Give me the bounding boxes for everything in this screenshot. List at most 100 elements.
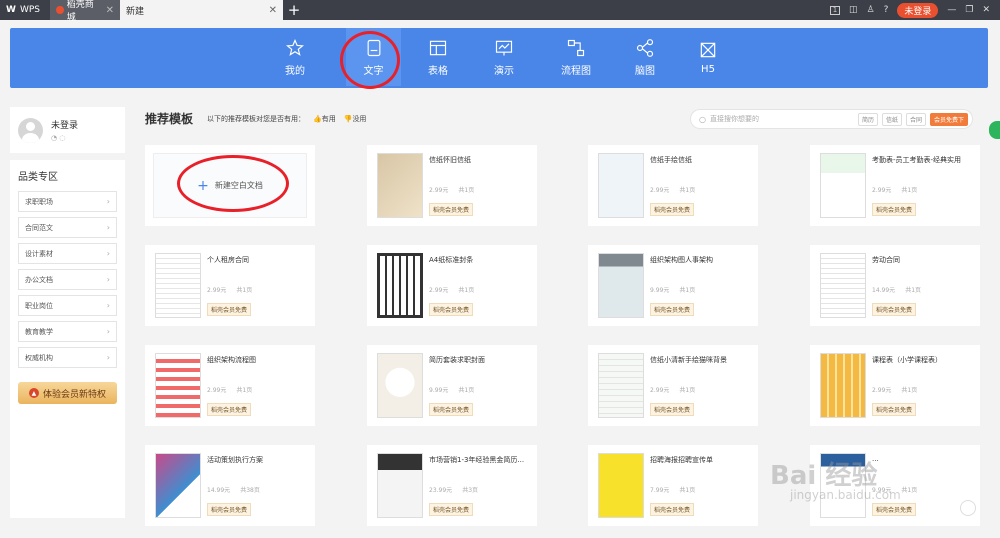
template-card[interactable]: 课程表（小学课程表） 2.99元 共1页 稻壳会员免费: [810, 345, 980, 426]
vip-free-tag: 稻壳会员免费: [872, 503, 917, 516]
tab-docer-store[interactable]: 稻壳商城 ✕: [50, 0, 120, 23]
document-icon: [367, 39, 380, 56]
chat-icon[interactable]: [960, 500, 976, 516]
template-thumbnail: [377, 353, 423, 418]
vip-trial-button[interactable]: ▲ 体验会员新特权: [18, 382, 117, 404]
chevron-right-icon: ›: [106, 249, 110, 258]
new-blank-document-button[interactable]: + 新建空白文档: [153, 153, 307, 218]
search-input[interactable]: 直接搜你想要的: [710, 114, 854, 124]
template-card[interactable]: 组织架构流程图 2.99元 共1页 稻壳会员免费: [145, 345, 315, 426]
vip-free-tag: 稻壳会员免费: [429, 503, 474, 516]
vip-free-tag: 稻壳会员免费: [650, 303, 695, 316]
template-thumbnail: [377, 253, 423, 318]
category-writer[interactable]: 文字: [346, 28, 401, 86]
tab-label: 稻壳商城: [66, 0, 94, 23]
template-card[interactable]: 市场营销1-3年经验黑金简历... 23.99元 共3页 稻壳会员免费: [367, 445, 537, 526]
minimize-icon[interactable]: —: [947, 5, 956, 15]
sidebar-item-position[interactable]: 职业岗位 ›: [18, 295, 117, 316]
vip-free-tag: 稻壳会员免费: [872, 203, 917, 216]
vip-free-tag: 稻壳会员免费: [429, 403, 474, 416]
h5-icon: [700, 42, 716, 57]
sidebar-item-contract[interactable]: 合同范文 ›: [18, 217, 117, 238]
close-icon[interactable]: ✕: [106, 5, 114, 16]
sidebar-item-authority[interactable]: 权威机构 ›: [18, 347, 117, 368]
chevron-right-icon: ›: [106, 223, 110, 232]
vip-free-tag: 稻壳会员免费: [872, 403, 917, 416]
tab-label: WPS: [19, 5, 40, 15]
template-thumbnail: [377, 453, 423, 518]
template-thumbnail: [155, 253, 201, 318]
vip-free-tag: 稻壳会员免费: [650, 503, 695, 516]
category-bar: 我的 文字 表格 演示 流程图 脑图 H5: [10, 28, 988, 88]
wps-logo-icon: W: [6, 5, 16, 15]
template-card[interactable]: 信纸怀旧信纸 2.99元 共1页 稻壳会员免费: [367, 145, 537, 226]
search-chip-letter[interactable]: 信纸: [881, 112, 902, 126]
template-thumbnail: [820, 353, 866, 418]
search-icon: ○: [699, 114, 706, 124]
useless-button[interactable]: 👎没用: [344, 114, 367, 124]
shirt-icon[interactable]: ♙: [867, 5, 875, 15]
close-icon[interactable]: ✕: [269, 5, 277, 16]
page-count-icon[interactable]: 1: [829, 5, 840, 15]
search-chip-contract[interactable]: 合同: [905, 112, 926, 126]
page-title: 推荐模板: [145, 112, 194, 126]
new-tab-plus-icon[interactable]: +: [283, 0, 305, 20]
vip-free-tag: 稻壳会员免费: [207, 503, 252, 516]
category-mine[interactable]: 我的: [280, 28, 310, 86]
template-card[interactable]: 信纸手绘信纸 2.99元 共1页 稻壳会员免费: [588, 145, 758, 226]
side-float-tab[interactable]: [989, 121, 1000, 139]
category-flowchart[interactable]: 流程图: [558, 28, 594, 86]
help-icon[interactable]: ?: [884, 5, 889, 15]
template-thumbnail: [820, 153, 866, 218]
template-card[interactable]: 活动策划执行方案 14.99元 共38页 稻壳会员免费: [145, 445, 315, 526]
title-bar: W WPS 稻壳商城 ✕ 新建 ✕ + 1 ◫ ♙ ? 未登录 — ❐ ✕: [0, 0, 1000, 23]
template-card[interactable]: 个人租房合同 2.99元 共1页 稻壳会员免费: [145, 245, 315, 326]
search-chip-resume[interactable]: 简历: [857, 112, 878, 126]
template-card[interactable]: 信纸小清新手绘猫咪背景 2.99元 共1页 稻壳会员免费: [588, 345, 758, 426]
category-mindmap[interactable]: 脑图: [630, 28, 660, 86]
new-blank-document-card[interactable]: + 新建空白文档: [145, 145, 315, 226]
vip-free-tag: 稻壳会员免费: [429, 203, 474, 216]
sidebar-item-design[interactable]: 设计素材 ›: [18, 243, 117, 264]
skin-icon[interactable]: ◫: [849, 5, 858, 15]
template-card[interactable]: A4纸标准封条 2.99元 共1页 稻壳会员免费: [367, 245, 537, 326]
template-thumbnail: [820, 253, 866, 318]
restore-icon[interactable]: ❐: [965, 5, 973, 15]
user-name[interactable]: 未登录: [51, 118, 78, 131]
template-card[interactable]: 简历套装求职封面 9.99元 共1页 稻壳会员免费: [367, 345, 537, 426]
user-box[interactable]: 未登录 ◔ ◌: [10, 107, 125, 153]
search-bar[interactable]: ○ 直接搜你想要的 简历 信纸 合同 会员免费下: [690, 109, 973, 129]
mindmap-icon: [636, 38, 654, 57]
vip-free-tag: 稻壳会员免费: [650, 403, 695, 416]
sidebar-item-job[interactable]: 求职职场 ›: [18, 191, 117, 212]
category-h5[interactable]: H5: [695, 28, 721, 86]
category-spreadsheet[interactable]: 表格: [423, 28, 453, 86]
user-status-icons: ◔ ◌: [51, 134, 66, 142]
flame-icon: [56, 6, 64, 14]
tab-new[interactable]: 新建 ✕: [120, 0, 283, 20]
category-panel-title: 品类专区: [18, 172, 58, 183]
useful-button[interactable]: 👍有用: [313, 114, 336, 124]
template-card[interactable]: 招聘海报招聘宣传单 7.99元 共1页 稻壳会员免费: [588, 445, 758, 526]
vip-free-tag: 稻壳会员免费: [207, 403, 252, 416]
template-card[interactable]: 组织架构图人事架构 9.99元 共1页 稻壳会员免费: [588, 245, 758, 326]
chevron-right-icon: ›: [106, 197, 110, 206]
template-card[interactable]: 劳动合同 14.99元 共1页 稻壳会员免费: [810, 245, 980, 326]
watermark-url: jingyan.baidu.com: [790, 488, 901, 502]
vip-free-button[interactable]: 会员免费下: [929, 112, 968, 126]
vip-free-tag: 稻壳会员免费: [872, 303, 917, 316]
avatar[interactable]: [18, 117, 43, 143]
login-button[interactable]: 未登录: [897, 2, 939, 18]
category-presentation[interactable]: 演示: [489, 28, 519, 86]
template-card[interactable]: 考勤表-员工考勤表-经典实用 2.99元 共1页 稻壳会员免费: [810, 145, 980, 226]
plus-icon: +: [197, 177, 209, 194]
tab-wps[interactable]: W WPS: [0, 0, 50, 20]
sidebar-item-office[interactable]: 办公文档 ›: [18, 269, 117, 290]
close-window-icon[interactable]: ✕: [982, 5, 990, 15]
sidebar-item-education[interactable]: 教育教学 ›: [18, 321, 117, 342]
table-icon: [429, 40, 447, 55]
tab-label: 新建: [126, 6, 145, 17]
flame-icon: ▲: [28, 388, 39, 398]
template-thumbnail: [598, 253, 644, 318]
template-thumbnail: [155, 353, 201, 418]
